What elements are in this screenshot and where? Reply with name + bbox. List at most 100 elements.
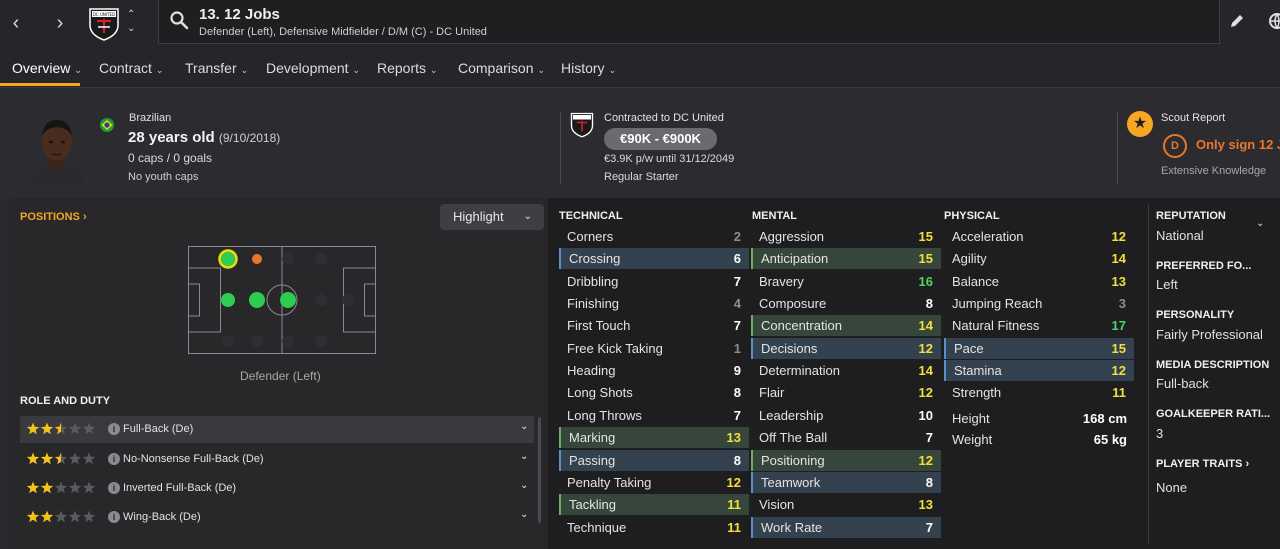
attribute-row[interactable]: Agility 14	[944, 248, 1134, 269]
info-icon[interactable]: i	[108, 482, 120, 494]
highlight-dropdown[interactable]: Highlight ⌄	[440, 204, 544, 230]
attribute-row[interactable]: Flair 12	[751, 382, 941, 403]
star-icon	[54, 452, 68, 465]
attribute-row[interactable]: Marking 13	[559, 427, 749, 449]
date-of-birth: (9/10/2018)	[218, 131, 281, 145]
attribute-row[interactable]: Bravery 16	[751, 271, 941, 292]
scrollbar[interactable]	[538, 417, 541, 523]
player-search-box[interactable]: 13. 12 Jobs Defender (Left), Defensive M…	[158, 0, 1220, 44]
contract-label: Contracted to DC United	[604, 112, 724, 124]
edit-icon[interactable]	[1228, 12, 1246, 30]
attribute-row[interactable]: Balance 13	[944, 271, 1134, 292]
attribute-row[interactable]: Anticipation 15	[751, 248, 941, 270]
attribute-row[interactable]: Vision 13	[751, 494, 941, 515]
attribute-row[interactable]: Decisions 12	[751, 337, 941, 359]
attribute-row[interactable]: First Touch 7	[559, 315, 749, 336]
scout-report-label[interactable]: Scout Report	[1161, 112, 1225, 124]
info-icon[interactable]: i	[108, 511, 120, 523]
tab-transfer[interactable]: Transfer ⌄	[185, 60, 248, 76]
attribute-value: 13	[726, 430, 741, 446]
attribute-row[interactable]: Off The Ball 7	[751, 427, 941, 448]
attribute-row[interactable]: Positioning 12	[751, 449, 941, 471]
position-marker	[218, 249, 238, 269]
role-row[interactable]: i Full-Back (De) ⌄	[20, 416, 534, 443]
star-icon	[54, 481, 68, 494]
attribute-row[interactable]: Jumping Reach 3	[944, 293, 1134, 314]
attribute-value: 12	[918, 340, 933, 356]
attribute-row[interactable]: Acceleration 12	[944, 226, 1134, 247]
info-icon[interactable]: i	[108, 423, 120, 435]
attribute-row[interactable]: Finishing 4	[559, 293, 749, 314]
transfer-value-badge[interactable]: €90K - €900K	[604, 128, 717, 150]
chevron-down-icon[interactable]: ⌄	[520, 451, 528, 462]
role-row[interactable]: i Wing-Back (De) ⌄	[20, 504, 534, 531]
attribute-row[interactable]: Composure 8	[751, 293, 941, 314]
forward-icon[interactable]: ›	[48, 12, 72, 36]
positions-link[interactable]: POSITIONS ›	[20, 211, 87, 223]
media-description-heading: MEDIA DESCRIPTION	[1156, 359, 1270, 371]
star-icon	[26, 422, 40, 435]
attribute-name: Stamina	[954, 363, 1002, 379]
attribute-row[interactable]: Passing 8	[559, 449, 749, 471]
attribute-name: Bravery	[759, 273, 804, 289]
chevron-down-icon[interactable]: ⌄	[520, 509, 528, 520]
attribute-row[interactable]: Pace 15	[944, 337, 1134, 359]
player-avatar	[30, 120, 84, 184]
attribute-name: Long Throws	[567, 407, 642, 423]
goalkeeper-rating-value: 3	[1156, 426, 1164, 441]
attribute-row[interactable]: Free Kick Taking 1	[559, 338, 749, 359]
tab-history[interactable]: History ⌄	[561, 60, 616, 76]
attribute-row[interactable]: Stamina 12	[944, 360, 1134, 382]
info-icon[interactable]: i	[108, 453, 120, 465]
chevron-down-icon[interactable]: ⌄	[520, 480, 528, 491]
attribute-row[interactable]: Teamwork 8	[751, 471, 941, 493]
tab-development[interactable]: Development ⌄	[266, 60, 360, 76]
player-switch-arrows[interactable]: ⌃ ⌄	[127, 8, 135, 36]
globe-icon[interactable]	[1268, 12, 1280, 30]
attribute-row[interactable]: Penalty Taking 12	[559, 472, 749, 493]
attribute-row[interactable]: Dribbling 7	[559, 271, 749, 292]
attribute-value: 12	[1111, 229, 1126, 244]
attribute-row[interactable]: Corners 2	[559, 226, 749, 247]
attribute-value: 12	[726, 474, 741, 490]
chevron-down-icon[interactable]: ⌄	[1256, 218, 1264, 229]
attribute-row[interactable]: Tackling 11	[559, 494, 749, 516]
tab-bar: Overview ⌄ Contract ⌄ Transfer ⌄ Developmen…	[0, 50, 1280, 88]
player-traits-link[interactable]: PLAYER TRAITS ›	[1156, 458, 1249, 470]
chevron-down-icon: ⌄	[608, 65, 617, 75]
star-icon	[68, 481, 82, 494]
back-icon[interactable]: ‹	[4, 12, 28, 36]
tab-overview[interactable]: Overview ⌄	[12, 60, 82, 76]
scout-knowledge: Extensive Knowledge	[1161, 165, 1267, 177]
attribute-name: First Touch	[567, 318, 631, 334]
attribute-name: Teamwork	[761, 474, 821, 490]
attribute-row[interactable]: Strength 11	[944, 382, 1134, 403]
tab-reports[interactable]: Reports ⌄	[377, 60, 438, 76]
attribute-row[interactable]: Leadership 10	[751, 405, 941, 426]
attribute-value: 6	[733, 251, 741, 267]
attribute-row[interactable]: Crossing 6	[559, 248, 749, 270]
attribute-name: Finishing	[567, 296, 620, 312]
attribute-row[interactable]: Natural Fitness 17	[944, 315, 1134, 336]
attribute-row[interactable]: Aggression 15	[751, 226, 941, 247]
attribute-value: 13	[918, 497, 933, 513]
media-description-value: Full-back	[1156, 376, 1209, 391]
star-icon: ★	[1127, 111, 1153, 137]
attribute-row[interactable]: Technique 11	[559, 517, 749, 538]
attribute-row[interactable]: Heading 9	[559, 360, 749, 381]
tab-comparison[interactable]: Comparison ⌄	[458, 60, 545, 76]
attribute-value: 14	[918, 318, 933, 334]
reputation-value: National	[1156, 228, 1204, 243]
chevron-down-icon[interactable]: ⌄	[520, 421, 528, 432]
role-name: No-Nonsense Full-Back (De)	[123, 453, 264, 465]
attribute-row[interactable]: Work Rate 7	[751, 516, 941, 538]
attribute-row[interactable]: Long Throws 7	[559, 405, 749, 426]
role-row[interactable]: i Inverted Full-Back (De) ⌄	[20, 475, 534, 502]
role-row[interactable]: i No-Nonsense Full-Back (De) ⌄	[20, 446, 534, 473]
attribute-row[interactable]: Long Shots 8	[559, 382, 749, 403]
attribute-row[interactable]: Determination 14	[751, 360, 941, 381]
tab-contract[interactable]: Contract ⌄	[99, 60, 163, 76]
club-crest-icon[interactable]: DC UNITED	[88, 5, 120, 41]
attribute-row[interactable]: Concentration 14	[751, 315, 941, 337]
position-marker	[280, 292, 296, 308]
